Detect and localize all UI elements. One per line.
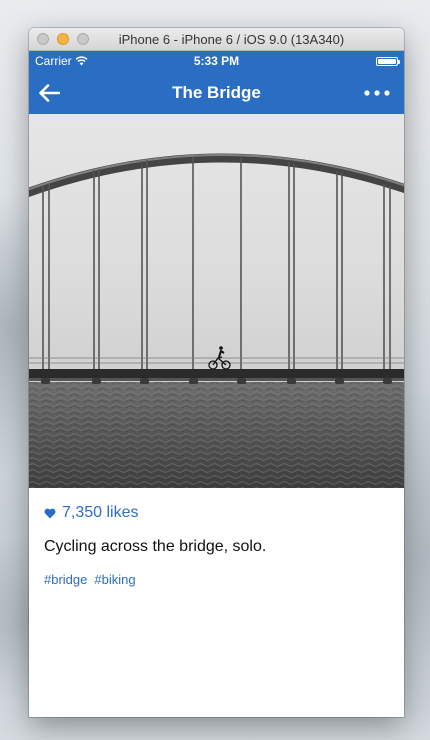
simulator-window: iPhone 6 - iPhone 6 / iOS 9.0 (13A340) C… [29,28,404,717]
screen-title: The Bridge [172,82,261,102]
zoom-window-button[interactable] [77,33,89,45]
more-options-button[interactable] [362,81,392,105]
app-header: Carrier 5:33 PM The Bridge [29,51,404,114]
window-titlebar[interactable]: iPhone 6 - iPhone 6 / iOS 9.0 (13A340) [29,28,404,51]
hashtag-list: #bridge #biking [44,572,389,587]
wifi-icon [75,56,88,66]
hashtag-link[interactable]: #bridge [44,572,87,587]
status-bar: Carrier 5:33 PM [29,51,404,71]
post-details: 7,350 likes Cycling across the bridge, s… [29,488,404,587]
navigation-bar: The Bridge [29,71,404,114]
likes-count: 7,350 likes [62,504,139,521]
likes-button[interactable]: 7,350 likes [44,504,139,522]
window-controls [37,33,89,45]
hashtag-link[interactable]: #biking [94,572,135,587]
post-caption: Cycling across the bridge, solo. [44,538,267,555]
ellipsis-icon [364,90,390,96]
battery-icon [376,57,400,66]
arrow-left-icon [39,84,60,102]
carrier-info: Carrier [35,54,88,68]
post-photo[interactable] [29,114,404,488]
close-window-button[interactable] [37,33,49,45]
minimize-window-button[interactable] [57,33,69,45]
battery-cap [398,60,400,64]
back-button[interactable] [35,79,63,107]
carrier-label: Carrier [35,54,72,68]
battery-level [378,59,396,64]
heart-icon [44,508,56,518]
